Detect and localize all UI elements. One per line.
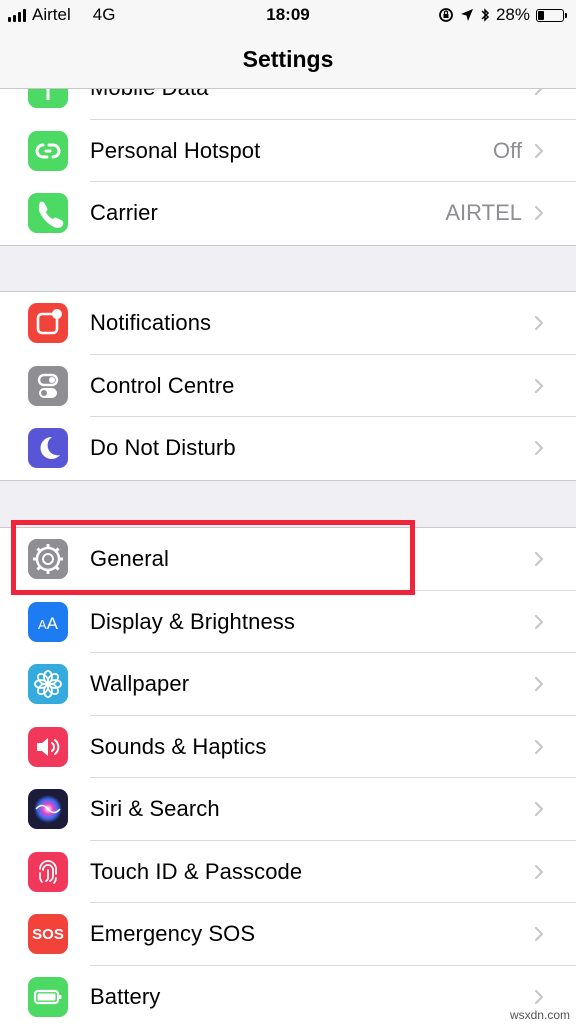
settings-group-general: General AA Display & Brightness Wallpaper So… [0, 527, 576, 1024]
fingerprint-icon [28, 851, 68, 892]
settings-row-emergency-sos[interactable]: SOS Emergency SOS [0, 903, 576, 966]
chevron-right-icon [530, 675, 548, 693]
settings-row-label: Personal Hotspot [90, 137, 261, 163]
chevron-right-icon [530, 89, 548, 97]
settings-group-network: Mobile Data Personal Hotspot Off Carrier AIR… [0, 89, 576, 246]
location-icon [460, 9, 473, 21]
battery-icon [28, 976, 68, 1017]
settings-row-label: Control Centre [90, 372, 235, 398]
chevron-right-icon [530, 204, 548, 222]
chevron-right-icon [530, 613, 548, 631]
notifications-icon [28, 303, 68, 344]
chevron-right-icon [530, 142, 548, 160]
chevron-right-icon [530, 863, 548, 881]
settings-row-personal-hotspot[interactable]: Personal Hotspot Off [0, 120, 576, 182]
settings-row-do-not-disturb[interactable]: Do Not Disturb [0, 417, 576, 480]
highlight-box [11, 520, 415, 595]
settings-row-label: Mobile Data [90, 89, 209, 101]
chevron-right-icon [530, 925, 548, 943]
bluetooth-icon [481, 8, 490, 22]
settings-row-label: Notifications [90, 310, 212, 336]
phone-icon [28, 193, 68, 234]
siri-icon [28, 789, 68, 830]
mobile-data-icon [28, 89, 68, 109]
chevron-right-icon [530, 314, 548, 332]
chevron-right-icon [530, 550, 548, 568]
chevron-right-icon [530, 377, 548, 395]
settings-row-siri-and-search[interactable]: Siri & Search [0, 778, 576, 841]
settings-row-carrier[interactable]: Carrier AIRTEL [0, 182, 576, 245]
settings-row-label: Wallpaper [90, 671, 190, 697]
icon-text: SOS [32, 925, 64, 943]
wallpaper-icon [28, 664, 68, 705]
settings-row-label: Touch ID & Passcode [90, 858, 303, 884]
settings-group-notifications: Notifications Control Centre Do Not Distur… [0, 291, 576, 481]
settings-row-mobile-data[interactable]: Mobile Data [0, 89, 576, 120]
chevron-right-icon [530, 738, 548, 756]
chevron-right-icon [530, 439, 548, 457]
svg-text:AA: AA [38, 614, 59, 633]
settings-row-sounds-and-haptics[interactable]: Sounds & Haptics [0, 716, 576, 778]
settings-row-label: Emergency SOS [90, 921, 256, 947]
settings-row-wallpaper[interactable]: Wallpaper [0, 653, 576, 716]
settings-row-notifications[interactable]: Notifications [0, 292, 576, 355]
control-centre-icon [28, 365, 68, 406]
chevron-right-icon [530, 800, 548, 818]
settings-row-label: Carrier [90, 200, 158, 226]
battery-indicator-icon [536, 8, 567, 22]
page-title: Settings [0, 30, 576, 89]
moon-icon [28, 428, 68, 469]
display-icon: AA [28, 601, 68, 642]
settings-row-label: Siri & Search [90, 796, 220, 822]
chevron-right-icon [530, 988, 548, 1006]
settings-row-label: Display & Brightness [90, 608, 295, 634]
speaker-icon [28, 726, 68, 767]
settings-row-value: Off [493, 137, 522, 163]
settings-row-value: AIRTEL [445, 200, 522, 226]
settings-row-battery[interactable]: Battery [0, 966, 576, 1024]
settings-row-display-and-brightness[interactable]: AA Display & Brightness [0, 591, 576, 653]
rotation-lock-icon [439, 8, 453, 22]
settings-row-touch-id-and-passcode[interactable]: Touch ID & Passcode [0, 841, 576, 903]
hotspot-icon [28, 130, 68, 171]
sos-icon: SOS [28, 914, 68, 955]
settings-row-label: Do Not Disturb [90, 435, 236, 461]
settings-row-label: Sounds & Haptics [90, 733, 267, 759]
settings-row-control-centre[interactable]: Control Centre [0, 355, 576, 417]
settings-row-label: Battery [90, 983, 161, 1009]
battery-percent: 28% [495, 5, 530, 24]
watermark: wsxdn.com [509, 1008, 570, 1022]
status-bar: Airtel 4G 18:09 28% [0, 0, 576, 30]
